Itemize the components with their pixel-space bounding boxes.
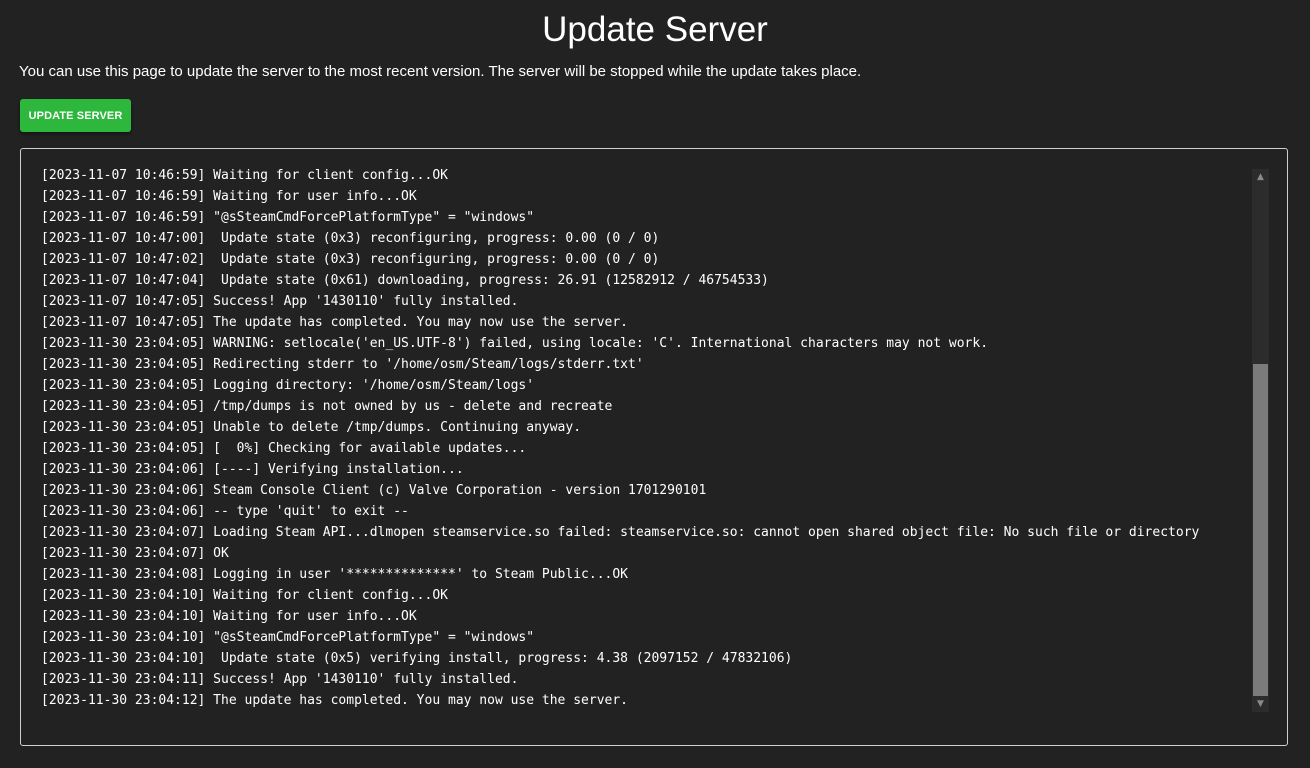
log-line: [2023-11-30 23:04:10] Waiting for client…	[41, 588, 448, 603]
log-line: [2023-11-30 23:04:10] Update state (0x5)…	[41, 651, 793, 666]
log-line: [2023-11-07 10:46:59] "@sSteamCmdForcePl…	[41, 210, 535, 225]
log-line: [2023-11-30 23:04:08] Logging in user '*…	[41, 567, 628, 582]
chevron-up-icon[interactable]: ▲	[1252, 169, 1269, 185]
page-title: Update Server	[542, 10, 768, 49]
log-line: [2023-11-07 10:47:00] Update state (0x3)…	[41, 231, 660, 246]
log-line: [2023-11-07 10:46:59] Waiting for client…	[41, 168, 448, 183]
chevron-down-icon[interactable]: ▼	[1252, 696, 1269, 712]
log-line: [2023-11-30 23:04:07] Loading Steam API.…	[41, 525, 1200, 540]
log-line: [2023-11-07 10:46:59] Waiting for user i…	[41, 189, 417, 204]
log-line: [2023-11-30 23:04:11] Success! App '1430…	[41, 672, 519, 687]
log-line: [2023-11-30 23:04:05] Logging directory:…	[41, 378, 535, 393]
log-scroll-track[interactable]	[1252, 185, 1269, 696]
log-line: [2023-11-30 23:04:12] The update has com…	[41, 693, 628, 708]
log-line: [2023-11-30 23:04:07] OK	[41, 546, 229, 561]
update-server-page: Update Server You can use this page to u…	[0, 0, 1310, 768]
log-line: [2023-11-30 23:04:05] /tmp/dumps is not …	[41, 399, 613, 414]
log-line: [2023-11-30 23:04:06] -- type 'quit' to …	[41, 504, 409, 519]
log-line: [2023-11-30 23:04:10] Waiting for user i…	[41, 609, 417, 624]
log-line: [2023-11-07 10:47:05] The update has com…	[41, 315, 628, 330]
log-line: [2023-11-30 23:04:05] Unable to delete /…	[41, 420, 582, 435]
log-line: [2023-11-30 23:04:06] Steam Console Clie…	[41, 483, 707, 498]
page-description: You can use this page to update the serv…	[19, 63, 862, 80]
update-server-button[interactable]: UPDATE SERVER	[20, 99, 131, 132]
log-line: [2023-11-30 23:04:10] "@sSteamCmdForcePl…	[41, 630, 535, 645]
log-line: [2023-11-07 10:47:02] Update state (0x3)…	[41, 252, 660, 267]
log-line: [2023-11-07 10:47:05] Success! App '1430…	[41, 294, 519, 309]
log-scrollbar[interactable]: ▲ ▼	[1252, 169, 1269, 712]
log-scroll-thumb[interactable]	[1253, 364, 1268, 696]
log-line: [2023-11-07 10:47:04] Update state (0x61…	[41, 273, 769, 288]
update-log-panel: [2023-11-07 10:46:59] Waiting for client…	[20, 148, 1288, 746]
log-line: [2023-11-30 23:04:05] WARNING: setlocale…	[41, 336, 989, 351]
update-log-output: [2023-11-07 10:46:59] Waiting for client…	[41, 165, 1253, 713]
log-line: [2023-11-30 23:04:05] Redirecting stderr…	[41, 357, 644, 372]
log-line: [2023-11-30 23:04:05] [ 0%] Checking for…	[41, 441, 527, 456]
log-line: [2023-11-30 23:04:06] [----] Verifying i…	[41, 462, 464, 477]
